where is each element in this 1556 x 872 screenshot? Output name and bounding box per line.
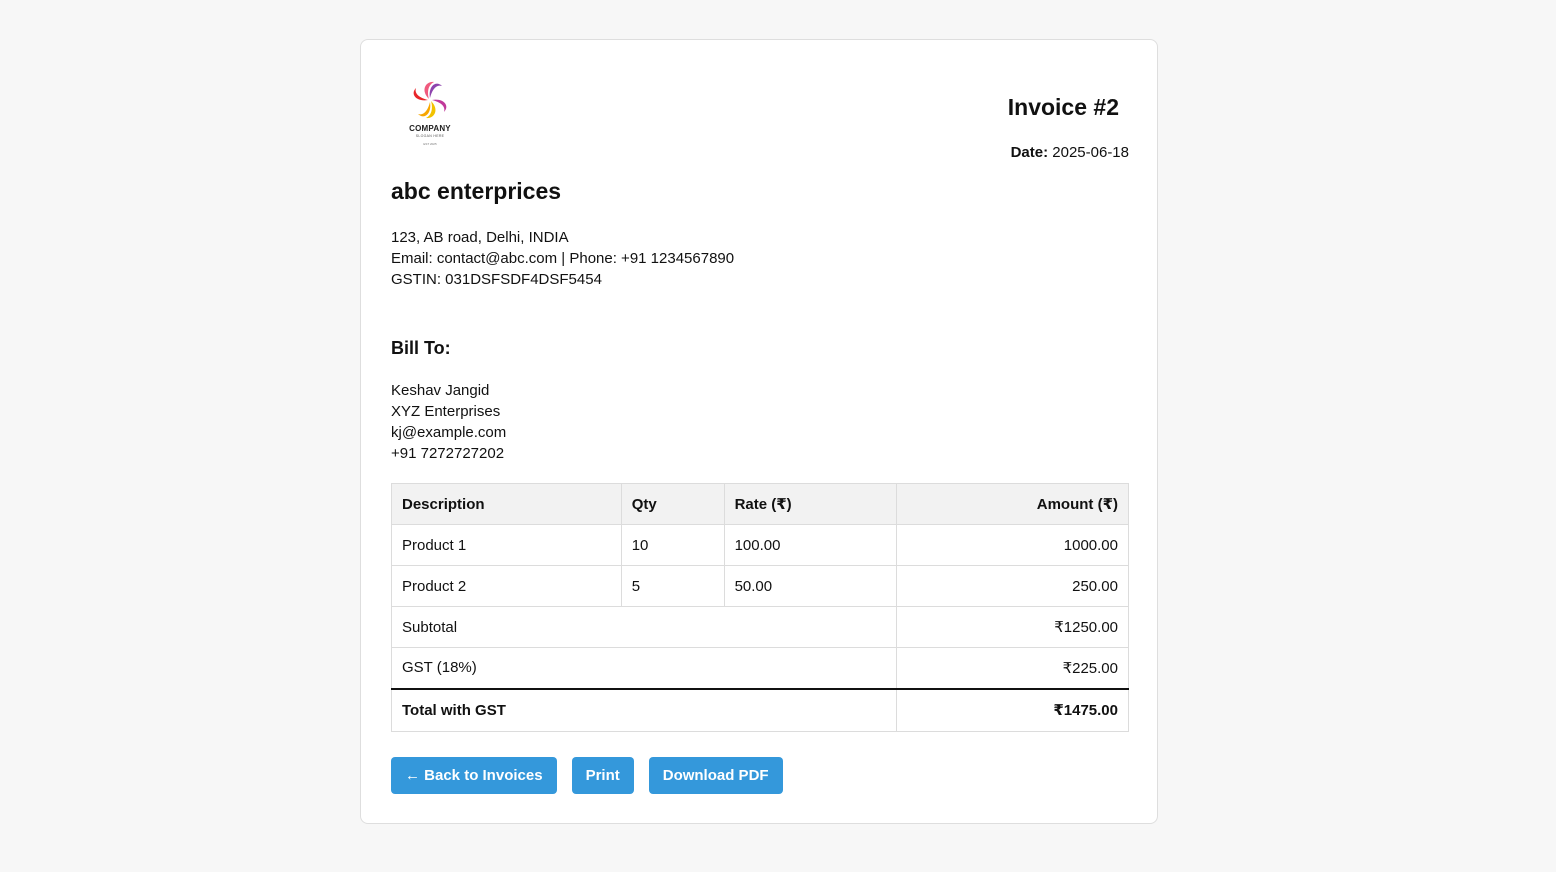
customer-email: kj@example.com <box>391 424 507 441</box>
invoice-items-table: Description Qty Rate (₹) Amount (₹) Prod… <box>390 483 1129 732</box>
print-button[interactable]: Print <box>571 757 634 794</box>
item-rate: 50.00 <box>723 565 898 607</box>
gst-row: GST (18%) ₹225.00 <box>390 647 1129 689</box>
subtotal-label: Subtotal <box>390 606 898 648</box>
company-info: 123, AB road, Delhi, INDIA Email: contac… <box>391 227 734 290</box>
logo-tiny-text: EST 2025 <box>423 142 437 146</box>
total-value: ₹1475.00 <box>896 687 1129 732</box>
item-amount: 1000.00 <box>896 524 1129 566</box>
invoice-title: Invoice #2 <box>1007 94 1119 120</box>
company-logo: COMPANY SLOGAN HERE EST 2025 <box>405 78 455 150</box>
customer-company: XYZ Enterprises <box>391 403 501 420</box>
gst-label: GST (18%) <box>390 647 898 689</box>
company-gstin: GSTIN: 031DSFSDF4DSF5454 <box>391 271 602 288</box>
column-header-description: Description <box>391 483 622 525</box>
invoice-card: COMPANY SLOGAN HERE EST 2025 Invoice #2 … <box>360 39 1158 824</box>
download-pdf-button[interactable]: Download PDF <box>648 757 783 794</box>
column-header-qty: Qty <box>620 483 725 525</box>
item-amount: 250.00 <box>896 565 1129 607</box>
item-qty: 5 <box>620 565 725 607</box>
gst-value: ₹225.00 <box>896 647 1129 689</box>
column-header-amount: Amount (₹) <box>896 483 1129 525</box>
company-name: abc enterprices <box>391 178 562 204</box>
company-address: 123, AB road, Delhi, INDIA <box>391 229 569 246</box>
invoice-date-label: Date: <box>1010 144 1049 161</box>
total-row: Total with GST ₹1475.00 <box>390 687 1129 732</box>
subtotal-row: Subtotal ₹1250.00 <box>390 606 1129 648</box>
item-qty: 10 <box>620 524 725 566</box>
item-description: Product 2 <box>391 565 622 607</box>
column-header-rate: Rate (₹) <box>723 483 898 525</box>
bill-to-heading: Bill To: <box>391 338 451 358</box>
customer-name: Keshav Jangid <box>391 382 490 399</box>
item-rate: 100.00 <box>723 524 898 566</box>
invoice-date: Date: 2025-06-18 <box>1011 144 1129 161</box>
subtotal-value: ₹1250.00 <box>896 606 1129 648</box>
logo-company-text: COMPANY <box>409 124 451 133</box>
customer-phone: +91 7272727202 <box>391 445 505 462</box>
total-label: Total with GST <box>390 687 898 732</box>
item-description: Product 1 <box>391 524 622 566</box>
bill-to-details: Keshav Jangid XYZ Enterprises kj@example… <box>391 380 506 464</box>
back-to-invoices-button[interactable]: ← Back to Invoices <box>391 757 557 794</box>
invoice-date-value: 2025-06-18 <box>1052 144 1129 161</box>
table-row: Product 1 10 100.00 1000.00 <box>391 524 1129 566</box>
table-header-row: Description Qty Rate (₹) Amount (₹) <box>391 483 1129 525</box>
logo-slogan-text: SLOGAN HERE <box>415 134 445 138</box>
logo-swirl-icon <box>413 81 447 119</box>
table-row: Product 2 5 50.00 250.00 <box>391 565 1129 607</box>
invoice-actions: ← Back to Invoices Print Download PDF <box>391 757 783 794</box>
company-contact: Email: contact@abc.com | Phone: +91 1234… <box>391 250 735 267</box>
